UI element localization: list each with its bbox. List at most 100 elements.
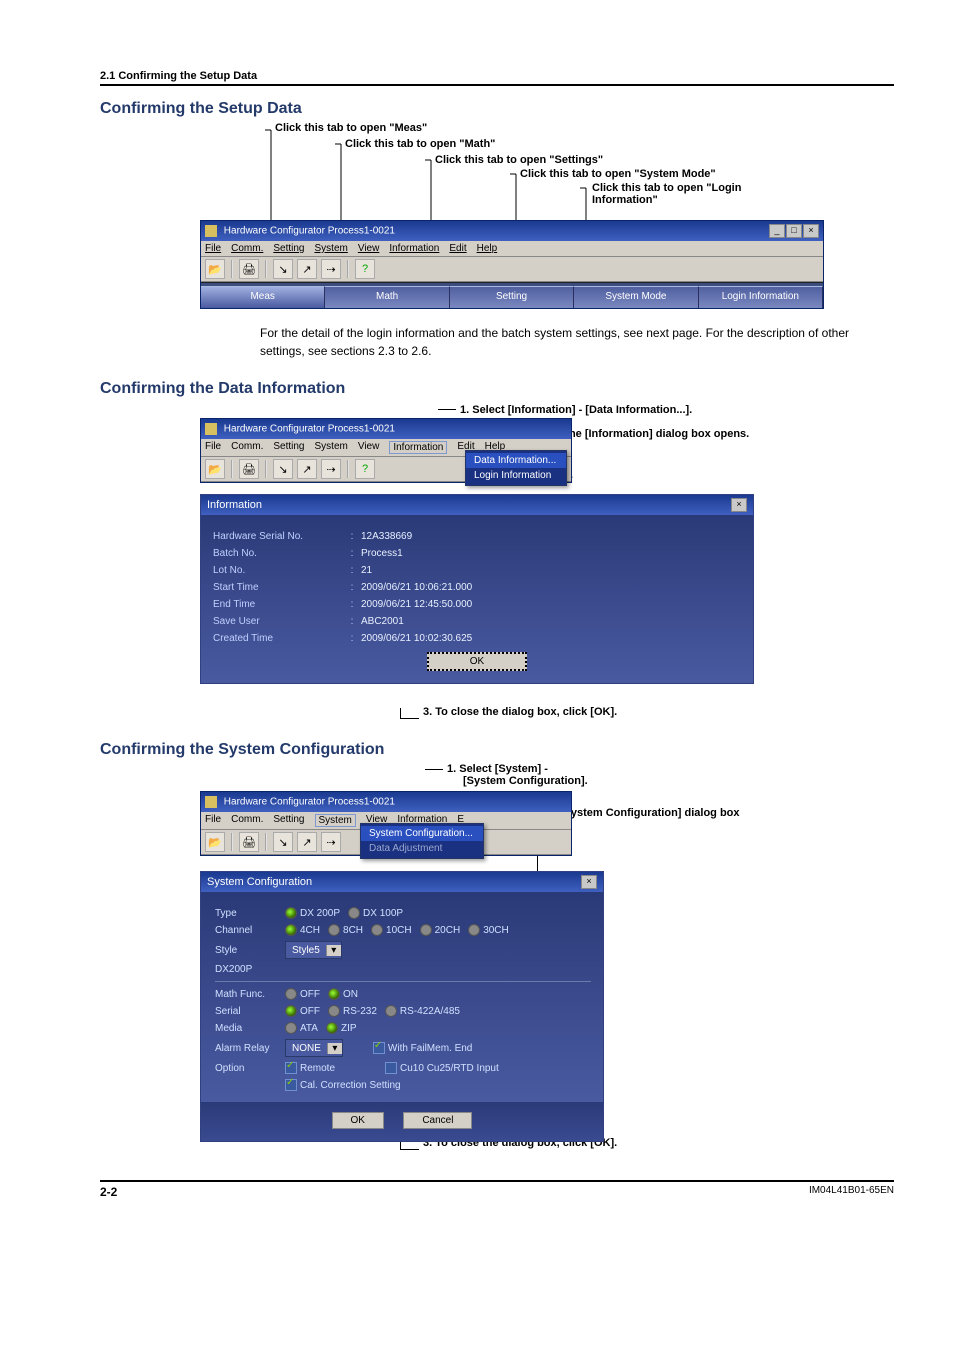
menu-system[interactable]: System [315,814,356,827]
tab-setting[interactable]: Setting [450,286,574,308]
radio-rs232[interactable]: RS-232 [328,1005,377,1017]
dialog-title: Information [207,499,262,511]
chk-remote[interactable]: Remote [285,1062,335,1074]
cancel-button[interactable]: Cancel [403,1112,472,1129]
label-model: DX200P [215,964,285,975]
menu-item-data-info[interactable]: Data Information... [466,453,566,468]
info-value: Process1 [361,548,403,559]
radio-zip[interactable]: ZIP [326,1022,357,1034]
print-icon[interactable]: 🖨 [239,259,259,279]
radio-4ch[interactable]: 4CH [285,924,320,936]
info-row: Start Time:2009/06/21 10:06:21.000 [213,582,741,593]
info-row: End Time:2009/06/21 12:45:50.000 [213,599,741,610]
menu-help[interactable]: Help [477,243,498,254]
info-value: 2009/06/21 10:02:30.625 [361,633,472,644]
menu-comm[interactable]: Comm. [231,814,263,827]
radio-20ch[interactable]: 20CH [420,924,461,936]
open-icon[interactable]: 📂 [205,459,225,479]
radio-dx100p[interactable]: DX 100P [348,907,403,919]
anno-select-syscfg: 1. Select [System] - [System Configurati… [425,763,588,787]
info-label: Start Time [213,582,343,593]
info-row: Batch No.:Process1 [213,548,741,559]
menu-file[interactable]: File [205,243,221,254]
tabstrip: Meas Math Setting System Mode Login Info… [201,282,823,308]
info-label: Lot No. [213,565,343,576]
menu-comm[interactable]: Comm. [231,441,263,454]
radio-10ch[interactable]: 10CH [371,924,412,936]
close-button[interactable]: × [581,875,597,889]
info-label: Hardware Serial No. [213,531,343,542]
window-title: Hardware Configurator Process1-0021 [224,797,395,808]
send2-icon[interactable]: ⇢ [321,832,341,852]
menu-comm[interactable]: Comm. [231,243,263,254]
system-config-dialog: System Configuration × Type DX 200P DX 1… [200,871,604,1142]
print-icon[interactable]: 🖨 [239,832,259,852]
radio-dx200p[interactable]: DX 200P [285,907,340,919]
ok-button[interactable]: OK [427,652,527,671]
app-icon [205,423,217,435]
label-style: Style [215,945,285,956]
menu-view[interactable]: View [358,243,380,254]
colon: : [343,582,361,593]
send-icon[interactable]: ↗ [297,459,317,479]
callout-settings: Click this tab to open "Settings" [435,154,603,166]
close-button[interactable]: × [803,224,819,238]
info-row: Created Time:2009/06/21 10:02:30.625 [213,633,741,644]
menu-system[interactable]: System [315,243,348,254]
recv-icon[interactable]: ↘ [273,259,293,279]
style-combo[interactable]: Style5▾ [285,941,342,959]
info-label: Created Time [213,633,343,644]
help-icon[interactable]: ? [355,259,375,279]
menu-view[interactable]: View [358,441,380,454]
radio-math-off[interactable]: OFF [285,988,320,1000]
close-button[interactable]: × [731,498,747,512]
heading-sys-config: Confirming the System Configuration [100,741,894,759]
ok-button[interactable]: OK [332,1112,384,1129]
system-dropdown: System Configuration... Data Adjustment [360,823,484,859]
radio-serial-off[interactable]: OFF [285,1005,320,1017]
open-icon[interactable]: 📂 [205,259,225,279]
menu-information[interactable]: Information [389,243,439,254]
maximize-button[interactable]: □ [786,224,802,238]
tab-system-mode[interactable]: System Mode [574,286,698,308]
send2-icon[interactable]: ⇢ [321,459,341,479]
send-icon[interactable]: ↗ [297,259,317,279]
tab-login-info[interactable]: Login Information [699,286,823,308]
chk-cu10[interactable]: Cu10 Cu25/RTD Input [385,1062,499,1074]
menu-item-login-info[interactable]: Login Information [466,468,566,483]
menu-information[interactable]: Information [389,441,447,454]
callout-login: Click this tab to open "Login Informatio… [592,182,772,206]
recv-icon[interactable]: ↘ [273,459,293,479]
info-label: Save User [213,616,343,627]
radio-30ch[interactable]: 30CH [468,924,509,936]
open-icon[interactable]: 📂 [205,832,225,852]
print-icon[interactable]: 🖨 [239,459,259,479]
radio-8ch[interactable]: 8CH [328,924,363,936]
tab-meas[interactable]: Meas [201,286,325,308]
recv-icon[interactable]: ↘ [273,832,293,852]
menu-edit[interactable]: Edit [449,243,466,254]
menu-file[interactable]: File [205,814,221,827]
menu-setting[interactable]: Setting [273,441,304,454]
send-icon[interactable]: ↗ [297,832,317,852]
chk-failmem[interactable]: With FailMem. End [373,1042,472,1054]
tab-math[interactable]: Math [325,286,449,308]
help-icon[interactable]: ? [355,459,375,479]
app-icon [205,225,217,237]
alarm-combo[interactable]: NONE▾ [285,1039,343,1057]
minimize-button[interactable]: _ [769,224,785,238]
menu-setting[interactable]: Setting [273,243,304,254]
radio-ata[interactable]: ATA [285,1022,318,1034]
menu-item-data-adjust: Data Adjustment [361,841,483,856]
radio-math-on[interactable]: ON [328,988,358,1000]
menu-system[interactable]: System [315,441,348,454]
menu-setting[interactable]: Setting [273,814,304,827]
toolbar: 📂 🖨 ↘ ↗ ⇢ ? [201,257,823,282]
menu-item-sys-config[interactable]: System Configuration... [361,826,483,841]
anno-select-info: 1. Select [Information] - [Data Informat… [460,404,692,416]
send2-icon[interactable]: ⇢ [321,259,341,279]
menu-file[interactable]: File [205,441,221,454]
radio-rs422[interactable]: RS-422A/485 [385,1005,460,1017]
chk-cal[interactable]: Cal. Correction Setting [285,1079,401,1091]
anno-close-info: 3. To close the dialog box, click [OK]. [400,706,894,719]
